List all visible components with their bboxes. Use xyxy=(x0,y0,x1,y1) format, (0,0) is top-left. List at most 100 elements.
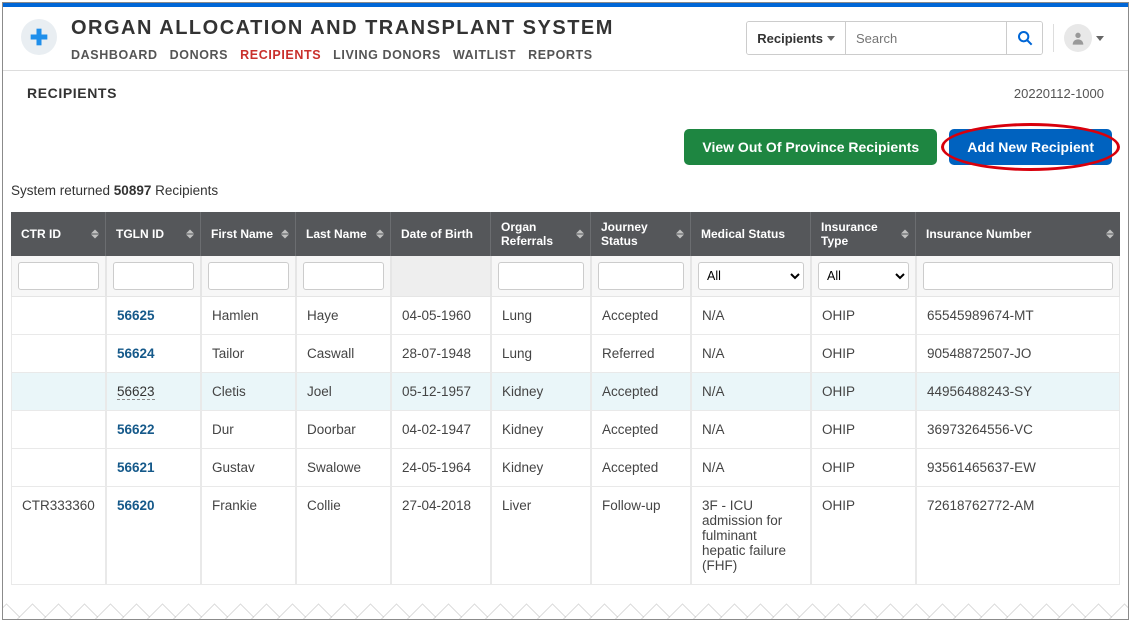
column-header[interactable]: TGLN ID xyxy=(106,212,201,256)
table-cell: N/A xyxy=(691,449,811,487)
table-cell: Swalowe xyxy=(296,449,391,487)
table-cell: 56623 xyxy=(106,373,201,411)
table-cell: Kidney xyxy=(491,449,591,487)
table-cell: 56624 xyxy=(106,335,201,373)
column-header[interactable]: Insurance Type xyxy=(811,212,916,256)
main-nav: DASHBOARD DONORS RECIPIENTS LIVING DONORS WA… xyxy=(71,46,746,62)
table-cell: OHIP xyxy=(811,297,916,335)
table-cell: Frankie xyxy=(201,487,296,585)
filter-select[interactable]: All xyxy=(698,262,804,290)
table-cell: 56621 xyxy=(106,449,201,487)
table-cell: 04-02-1947 xyxy=(391,411,491,449)
table-cell: N/A xyxy=(691,335,811,373)
subheader: RECIPIENTS 20220112-1000 xyxy=(3,71,1128,101)
search-button[interactable] xyxy=(1006,22,1042,54)
column-header[interactable]: Organ Referrals xyxy=(491,212,591,256)
table-cell: 04-05-1960 xyxy=(391,297,491,335)
filter-input[interactable] xyxy=(303,262,384,290)
column-header[interactable]: Last Name xyxy=(296,212,391,256)
filter-input[interactable] xyxy=(208,262,289,290)
filter-input[interactable] xyxy=(498,262,584,290)
sort-icon xyxy=(576,230,584,239)
results-summary: System returned 50897 Recipients xyxy=(3,165,1128,212)
table-cell xyxy=(11,335,106,373)
table-cell: 72618762772-AM xyxy=(916,487,1120,585)
column-header[interactable]: CTR ID xyxy=(11,212,106,256)
table-cell: 90548872507-JO xyxy=(916,335,1120,373)
add-new-recipient-button[interactable]: Add New Recipient xyxy=(949,129,1112,165)
table-cell: Joel xyxy=(296,373,391,411)
table-cell: Gustav xyxy=(201,449,296,487)
search-type-dropdown[interactable]: Recipients xyxy=(747,22,846,54)
plus-icon xyxy=(29,27,49,47)
table-cell: OHIP xyxy=(811,411,916,449)
table-cell: Lung xyxy=(491,297,591,335)
nav-donors[interactable]: DONORS xyxy=(170,48,228,62)
header: ORGAN ALLOCATION AND TRANSPLANT SYSTEM D… xyxy=(3,7,1128,71)
column-header[interactable]: Journey Status xyxy=(591,212,691,256)
tgln-id-link[interactable]: 56625 xyxy=(117,308,155,323)
tgln-id-link[interactable]: 56621 xyxy=(117,460,155,475)
user-menu[interactable] xyxy=(1064,24,1104,52)
chevron-down-icon xyxy=(827,36,835,41)
page-title: RECIPIENTS xyxy=(27,85,117,101)
table-row: 56621 GustavSwalowe24-05-1964KidneyAccept… xyxy=(11,449,1120,487)
table-row: 56625HamlenHaye04-05-1960LungAcceptedN/A… xyxy=(11,297,1120,335)
table-cell: 56620 xyxy=(106,487,201,585)
table-cell xyxy=(11,411,106,449)
filter-input[interactable] xyxy=(598,262,684,290)
column-header[interactable]: Insurance Number xyxy=(916,212,1120,256)
table-cell: OHIP xyxy=(811,487,916,585)
table-cell: N/A xyxy=(691,373,811,411)
view-out-of-province-button[interactable]: View Out Of Province Recipients xyxy=(684,129,937,165)
sort-icon xyxy=(676,230,684,239)
avatar xyxy=(1064,24,1092,52)
sort-icon xyxy=(901,230,909,239)
app-logo xyxy=(21,19,57,55)
sort-icon xyxy=(376,230,384,239)
nav-dashboard[interactable]: DASHBOARD xyxy=(71,48,158,62)
table-cell: 24-05-1964 xyxy=(391,449,491,487)
tgln-id-link[interactable]: 56620 xyxy=(117,498,155,513)
table-cell: CTR333360 xyxy=(11,487,106,585)
tgln-id-link[interactable]: 56624 xyxy=(117,346,155,361)
column-header[interactable]: Medical Status xyxy=(691,212,811,256)
nav-waitlist[interactable]: WAITLIST xyxy=(453,48,516,62)
nav-recipients[interactable]: RECIPIENTS xyxy=(240,48,321,62)
user-icon xyxy=(1070,30,1086,46)
table-cell: 56622 xyxy=(106,411,201,449)
table-cell: N/A xyxy=(691,297,811,335)
app-title: ORGAN ALLOCATION AND TRANSPLANT SYSTEM xyxy=(71,17,746,40)
table-cell: Liver xyxy=(491,487,591,585)
table-cell: 65545989674-MT xyxy=(916,297,1120,335)
sort-icon xyxy=(1106,230,1114,239)
search-icon xyxy=(1017,30,1033,46)
table-cell xyxy=(11,373,106,411)
sort-icon xyxy=(281,230,289,239)
column-header[interactable]: Date of Birth xyxy=(391,212,491,256)
tgln-id-link[interactable]: 56623 xyxy=(117,384,155,400)
table-cell: Doorbar xyxy=(296,411,391,449)
filter-input[interactable] xyxy=(923,262,1113,290)
column-header[interactable]: First Name xyxy=(201,212,296,256)
table-cell: OHIP xyxy=(811,449,916,487)
table-cell xyxy=(11,297,106,335)
tgln-id-link[interactable]: 56622 xyxy=(117,422,155,437)
filter-input[interactable] xyxy=(18,262,99,290)
table-cell: Accepted xyxy=(591,411,691,449)
nav-living-donors[interactable]: LIVING DONORS xyxy=(333,48,441,62)
sort-icon xyxy=(186,230,194,239)
table-cell: 93561465637-EW xyxy=(916,449,1120,487)
filter-select[interactable]: All xyxy=(818,262,909,290)
table-cell: Accepted xyxy=(591,449,691,487)
nav-reports[interactable]: REPORTS xyxy=(528,48,593,62)
table-cell: Haye xyxy=(296,297,391,335)
table-row: 56623CletisJoel05-12-1957KidneyAcceptedN… xyxy=(11,373,1120,411)
filter-input[interactable] xyxy=(113,262,194,290)
search-type-label: Recipients xyxy=(757,31,823,46)
table-cell: 3F - ICU admission for fulminant hepatic… xyxy=(691,487,811,585)
search-input[interactable] xyxy=(846,22,1006,54)
table-cell: OHIP xyxy=(811,373,916,411)
sort-icon xyxy=(91,230,99,239)
table-cell: Lung xyxy=(491,335,591,373)
